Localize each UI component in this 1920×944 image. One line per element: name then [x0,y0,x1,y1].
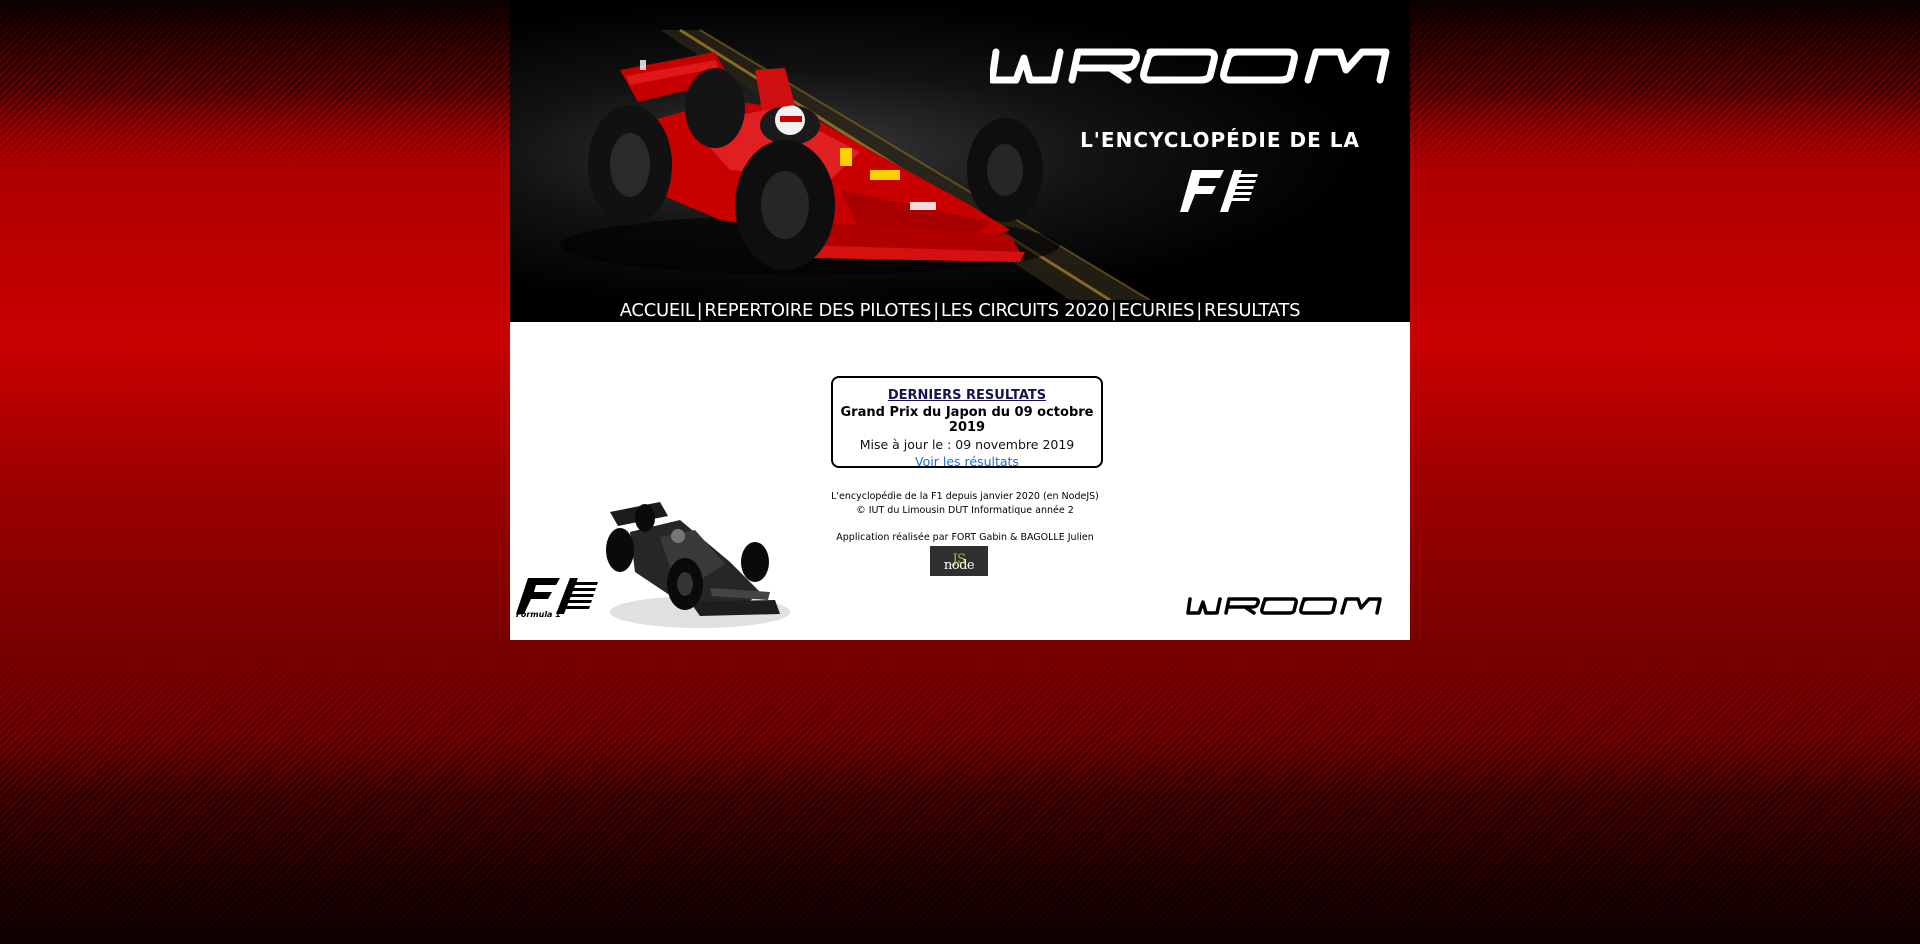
view-results-link[interactable]: Voir les résultats [833,454,1101,469]
latest-results-box: DERNIERS RESULTATS Grand Prix du Japon d… [831,376,1103,469]
latest-results-title: DERNIERS RESULTATS [887,388,1047,403]
nav-ecuries[interactable]: ECURIES [1119,300,1195,321]
wroom-logo [990,48,1390,84]
nodejs-logo-text: node JS [930,552,988,573]
footer-info: L'encyclopédie de la F1 depuis janvier 2… [810,490,1120,518]
nav-circuits-2020[interactable]: LES CIRCUITS 2020 [941,300,1109,321]
nav-repertoire-pilotes[interactable]: REPERTOIRE DES PILOTES [704,300,931,321]
update-date: Mise à jour le : 09 novembre 2019 [859,437,1075,452]
nav-resultats[interactable]: RESULTATS [1204,300,1301,321]
nodejs-badge[interactable]: node JS [930,546,988,576]
nodejs-logo-node: node [943,558,975,573]
footer-credit: Application réalisée par FORT Gabin & BA… [836,532,1094,543]
tagline: L'ENCYCLOPÉDIE DE LA [1080,128,1360,152]
nav-separator: | [933,300,939,321]
nav-separator: | [696,300,703,321]
main-content: DERNIERS RESULTATS Grand Prix du Japon d… [510,322,1410,640]
nav-separator: | [1196,300,1202,321]
black-f1-car-image [606,502,790,628]
footer-line-encyclopedia: L'encyclopédie de la F1 depuis janvier 2… [831,491,1099,502]
nav-separator: | [1110,300,1117,321]
f1-footer-label: Formula 1 [516,610,561,619]
grand-prix-name: Grand Prix du Japon du 09 octobre 2019 [840,405,1094,435]
f1-logo [1180,170,1258,212]
nav-accueil[interactable]: ACCUEIL [620,300,695,321]
site-container: L'ENCYCLOPÉDIE DE LA ACCUEIL | REPERTOIRE … [510,0,1410,640]
header-banner: L'ENCYCLOPÉDIE DE LA ACCUEIL | REPERTOIRE … [510,0,1410,322]
main-navigation: ACCUEIL | REPERTOIRE DES PILOTES | LES CIRCU… [510,300,1410,321]
wroom-footer-logo [1186,597,1382,615]
footer-line-copyright: © IUT du Limousin DUT Informatique année… [856,505,1074,516]
